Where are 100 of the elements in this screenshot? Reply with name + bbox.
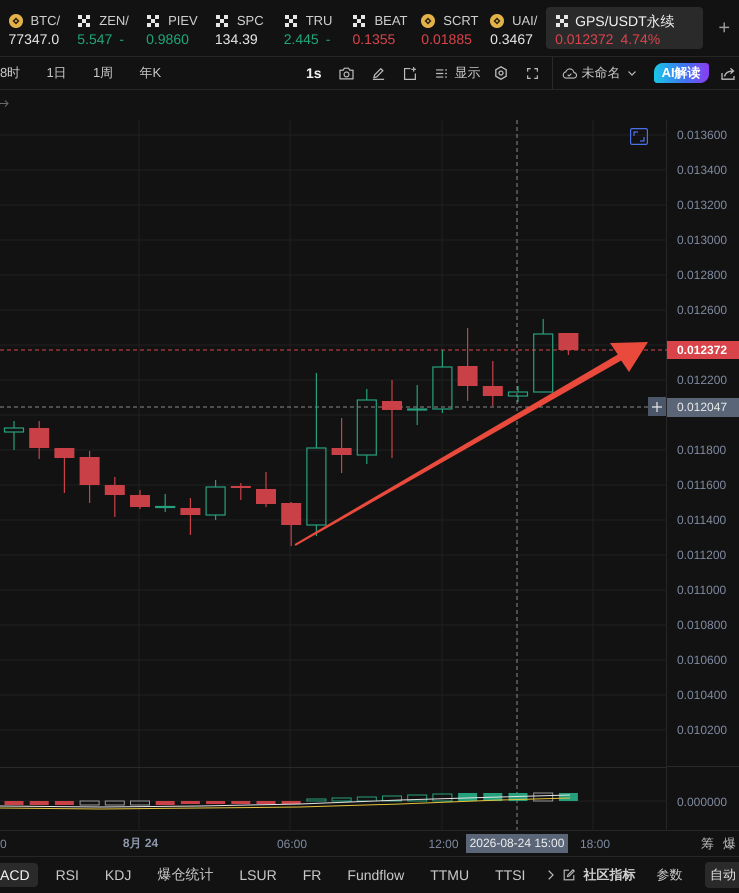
ticker-symbol: PIEV (168, 13, 198, 29)
crosshair-price-label: 0.012047 (667, 398, 739, 417)
ticker-price: 0.9860 (146, 31, 189, 48)
indicator-tab[interactable]: FR (294, 863, 330, 887)
ticker-tab[interactable]: UAI/ 0.3467 (490, 7, 546, 48)
price-tick: 0.013600 (677, 128, 728, 142)
interval-tab[interactable]: 1日 (46, 64, 93, 82)
camera-icon[interactable] (338, 66, 354, 80)
price-tick: 0.010600 (677, 653, 728, 667)
candlestick (80, 451, 100, 503)
indicator-tab[interactable]: TTMU (422, 863, 478, 887)
crosshair-time-label: 2026-08-24 15:00 (466, 834, 568, 853)
histogram-bar (282, 801, 301, 804)
price-tick: 0.010400 (677, 688, 728, 702)
candlestick (104, 477, 125, 517)
side-button[interactable]: 筹 (701, 834, 714, 852)
ticker-symbol: BEAT (374, 13, 408, 29)
ticker-tab[interactable]: BTC/ 77347.0 (8, 7, 64, 48)
histogram-bar (80, 800, 100, 806)
histogram-bar (533, 792, 554, 802)
ai-button[interactable]: AI解读 (654, 63, 709, 83)
candlestick (256, 472, 276, 507)
ticker-price: 2.445 (284, 31, 319, 48)
time-tick: 0 (0, 836, 7, 850)
interval-tab[interactable]: 1周 (93, 64, 140, 82)
list-icon (436, 68, 447, 78)
price-tick: 0.011000 (677, 583, 726, 597)
histogram-bar (206, 801, 226, 804)
price-tick: 0.012800 (677, 268, 728, 282)
ticker-price: 5.547 (77, 31, 112, 48)
candlestick (407, 385, 428, 425)
fullscreen-icon[interactable] (526, 68, 538, 78)
ticker-symbol: BTC/ (30, 13, 60, 29)
indicator-tab[interactable]: KDJ (96, 863, 140, 887)
candlestick (180, 498, 200, 535)
indicator-tab[interactable]: Fundflow (339, 863, 412, 887)
side-button[interactable]: 爆 (723, 834, 736, 852)
share-icon[interactable] (720, 66, 735, 80)
ticker-price: 134.39 (214, 31, 258, 48)
ticker-price: 0.012372 (555, 31, 614, 48)
display-button[interactable]: 显示 (436, 64, 481, 82)
price-tick: 0.011800 (677, 443, 726, 457)
expand-icon[interactable] (630, 128, 648, 145)
add-button[interactable] (648, 397, 666, 416)
community-button[interactable]: 社区指标 (563, 866, 636, 884)
add-window-icon[interactable] (402, 66, 416, 80)
auto-button[interactable]: 自动 (705, 862, 739, 888)
histogram-bar (30, 801, 49, 805)
checker-icon (146, 14, 160, 28)
ticker-symbol: TRU (306, 13, 332, 29)
checker-icon (77, 14, 92, 28)
price-change: 4.74% (620, 31, 660, 48)
interval-tab[interactable]: 年K (140, 64, 186, 82)
pen-icon[interactable] (372, 66, 385, 80)
chevron-icon[interactable] (548, 870, 554, 880)
price-tick: 0.012600 (677, 303, 728, 317)
time-tick: 06:00 (276, 836, 308, 850)
ticker-price: 0.1355 (352, 31, 396, 48)
ticker-symbol: SPC (236, 13, 264, 29)
indicator-tab[interactable]: ACD (0, 863, 38, 887)
price-tick: 0.013400 (677, 163, 728, 177)
price-tick: 0.010800 (677, 618, 728, 632)
time-tick: 8月 24 (122, 835, 158, 852)
indicator-tab[interactable]: RSI (48, 863, 87, 887)
interval-tab[interactable]: 8时 (0, 64, 46, 82)
candlestick (482, 361, 503, 406)
settings-icon[interactable] (494, 66, 507, 80)
params-button[interactable]: 参数 (656, 866, 682, 884)
indicator-tab[interactable]: 爆仓统计 (149, 862, 222, 888)
candlestick (508, 386, 528, 402)
candlestick (54, 447, 74, 493)
ticker-tab[interactable]: SCRT 0.01885 (421, 7, 478, 48)
ticker-tab[interactable]: TRU 2.445 - (284, 7, 340, 48)
ticker-tab[interactable]: ZEN/ 5.547 - (77, 7, 134, 48)
ticker-tab[interactable]: PIEV 0.9860 (146, 7, 202, 48)
ticker-tab[interactable]: BEAT 0.1355 (352, 7, 408, 48)
price-tick: 0.012200 (677, 373, 728, 387)
ticker-symbol: SCRT (443, 13, 478, 29)
ticker-price: 77347.0 (8, 31, 60, 48)
ticker-tab[interactable]: SPC 134.39 (214, 7, 271, 48)
coin-icon (421, 14, 436, 28)
indicator-tab[interactable]: LSUR (231, 863, 285, 887)
histogram-bar (4, 801, 24, 805)
candlestick (432, 350, 452, 413)
indicator-tab[interactable]: TTSI (487, 863, 534, 887)
interval-tab[interactable]: 1s (306, 65, 322, 81)
coin-icon (490, 14, 504, 28)
candlestick (558, 332, 578, 355)
ticker-tab[interactable]: GPS/USDT永续 0.012372 4.74% (546, 7, 703, 49)
candlestick (4, 421, 24, 450)
plus-icon (652, 402, 662, 412)
histogram-bar (306, 798, 326, 802)
time-tick: 12:00 (428, 836, 459, 850)
time-tick: 18:00 (580, 836, 610, 850)
layout-button[interactable]: 未命名 (562, 64, 636, 82)
histogram-bar (332, 798, 352, 802)
candlestick (155, 494, 176, 512)
candlestick (29, 421, 50, 459)
arrow-icon[interactable] (0, 100, 9, 106)
add-tab-button[interactable]: + (718, 17, 730, 39)
